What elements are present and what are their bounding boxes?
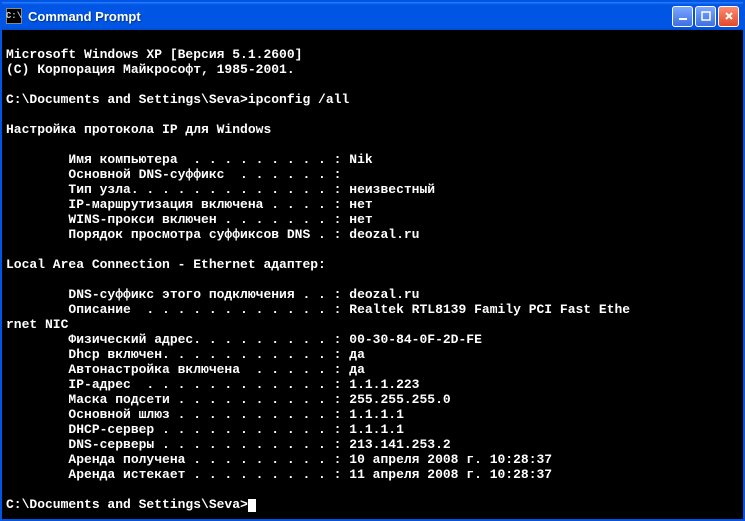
close-icon: [724, 11, 734, 21]
kv-label: Имя компьютера . . . . . . . . . :: [6, 152, 349, 167]
kv-value: deozal.ru: [349, 287, 419, 302]
command-prompt-window: C:\ Command Prompt Microsoft Windows XP …: [0, 0, 745, 521]
kv-line: Автонастройка включена . . . . . : да: [6, 362, 365, 377]
kv-value: нет: [349, 197, 372, 212]
kv-line: Аренда истекает . . . . . . . . . : 11 а…: [6, 467, 552, 482]
kv-value: Realtek RTL8139 Family PCI Fast Ethe: [349, 302, 630, 317]
kv-line: Порядок просмотра суффиксов DNS . : deoz…: [6, 227, 419, 242]
kv-label: Аренда получена . . . . . . . . . :: [6, 452, 349, 467]
kv-label: Аренда истекает . . . . . . . . . :: [6, 467, 349, 482]
titlebar[interactable]: C:\ Command Prompt: [2, 2, 743, 30]
kv-value: да: [349, 347, 365, 362]
kv-label: IP-адрес . . . . . . . . . . . . :: [6, 377, 349, 392]
kv-line: Аренда получена . . . . . . . . . : 10 а…: [6, 452, 552, 467]
kv-value: 11 апреля 2008 г. 10:28:37: [349, 467, 552, 482]
blank-line: [6, 242, 14, 257]
prompt-path: C:\Documents and Settings\Seva>: [6, 92, 248, 107]
cursor-icon: [248, 499, 256, 512]
maximize-icon: [701, 11, 711, 21]
blank-line: [6, 107, 14, 122]
kv-label: Автонастройка включена . . . . . :: [6, 362, 349, 377]
kv-line: Основной шлюз . . . . . . . . . . : 1.1.…: [6, 407, 404, 422]
kv-line: IP-адрес . . . . . . . . . . . . : 1.1.1…: [6, 377, 419, 392]
blank-line: [6, 272, 14, 287]
kv-line: Основной DNS-суффикс . . . . . . :: [6, 167, 341, 182]
section-header: Настройка протокола IP для Windows: [6, 122, 271, 137]
minimize-icon: [678, 11, 688, 21]
kv-value: Nik: [349, 152, 372, 167]
kv-label: IP-маршрутизация включена . . . . :: [6, 197, 349, 212]
kv-value: неизвестный: [349, 182, 435, 197]
kv-label: Маска подсети . . . . . . . . . . :: [6, 392, 349, 407]
kv-value: 1.1.1.1: [349, 422, 404, 437]
copyright-line: (С) Корпорация Майкрософт, 1985-2001.: [6, 62, 295, 77]
kv-line: DHCP-сервер . . . . . . . . . . . : 1.1.…: [6, 422, 404, 437]
kv-label: Физический адрес. . . . . . . . . :: [6, 332, 349, 347]
kv-line: DNS-суффикс этого подключения . . : deoz…: [6, 287, 419, 302]
window-controls: [672, 6, 739, 27]
kv-label: Описание . . . . . . . . . . . . :: [6, 302, 349, 317]
kv-value: 10 апреля 2008 г. 10:28:37: [349, 452, 552, 467]
kv-line: DNS-серверы . . . . . . . . . . . : 213.…: [6, 437, 451, 452]
kv-line: Dhcp включен. . . . . . . . . . . : да: [6, 347, 365, 362]
kv-label: Основной DNS-суффикс . . . . . . :: [6, 167, 341, 182]
kv-value: deozal.ru: [349, 227, 419, 242]
prompt-path: C:\Documents and Settings\Seva>: [6, 497, 248, 512]
kv-label: Dhcp включен. . . . . . . . . . . :: [6, 347, 349, 362]
kv-label: Порядок просмотра суффиксов DNS . :: [6, 227, 349, 242]
minimize-button[interactable]: [672, 6, 693, 27]
prompt-line: C:\Documents and Settings\Seva>: [6, 497, 256, 512]
section-header: Local Area Connection - Ethernet адаптер…: [6, 257, 326, 272]
os-header-line: Microsoft Windows XP [Версия 5.1.2600]: [6, 47, 302, 62]
kv-line: Маска подсети . . . . . . . . . . : 255.…: [6, 392, 451, 407]
kv-label: WINS-прокси включен . . . . . . . :: [6, 212, 349, 227]
blank-line: [6, 77, 14, 92]
terminal-output[interactable]: Microsoft Windows XP [Версия 5.1.2600] (…: [2, 30, 743, 519]
kv-value: 213.141.253.2: [349, 437, 450, 452]
kv-label: DNS-серверы . . . . . . . . . . . :: [6, 437, 349, 452]
kv-label: Основной шлюз . . . . . . . . . . :: [6, 407, 349, 422]
kv-line: Физический адрес. . . . . . . . . : 00-3…: [6, 332, 482, 347]
kv-value: 255.255.255.0: [349, 392, 450, 407]
blank-line: [6, 482, 14, 497]
kv-wrap-line: rnet NIC: [6, 317, 68, 332]
kv-line: IP-маршрутизация включена . . . . : нет: [6, 197, 373, 212]
blank-line: [6, 137, 14, 152]
kv-line: Тип узла. . . . . . . . . . . . . : неиз…: [6, 182, 435, 197]
kv-label: DHCP-сервер . . . . . . . . . . . :: [6, 422, 349, 437]
kv-value: 00-30-84-0F-2D-FE: [349, 332, 482, 347]
kv-value: 1.1.1.223: [349, 377, 419, 392]
prompt-line: C:\Documents and Settings\Seva>ipconfig …: [6, 92, 349, 107]
cmd-icon: C:\: [6, 8, 22, 24]
kv-line: Описание . . . . . . . . . . . . : Realt…: [6, 302, 630, 317]
kv-line: Имя компьютера . . . . . . . . . : Nik: [6, 152, 373, 167]
close-button[interactable]: [718, 6, 739, 27]
window-title: Command Prompt: [28, 9, 672, 24]
kv-value: 1.1.1.1: [349, 407, 404, 422]
maximize-button[interactable]: [695, 6, 716, 27]
kv-label: Тип узла. . . . . . . . . . . . . :: [6, 182, 349, 197]
typed-command: ipconfig /all: [248, 92, 349, 107]
kv-line: WINS-прокси включен . . . . . . . : нет: [6, 212, 373, 227]
kv-value: нет: [349, 212, 372, 227]
kv-label: DNS-суффикс этого подключения . . :: [6, 287, 349, 302]
kv-value: да: [349, 362, 365, 377]
